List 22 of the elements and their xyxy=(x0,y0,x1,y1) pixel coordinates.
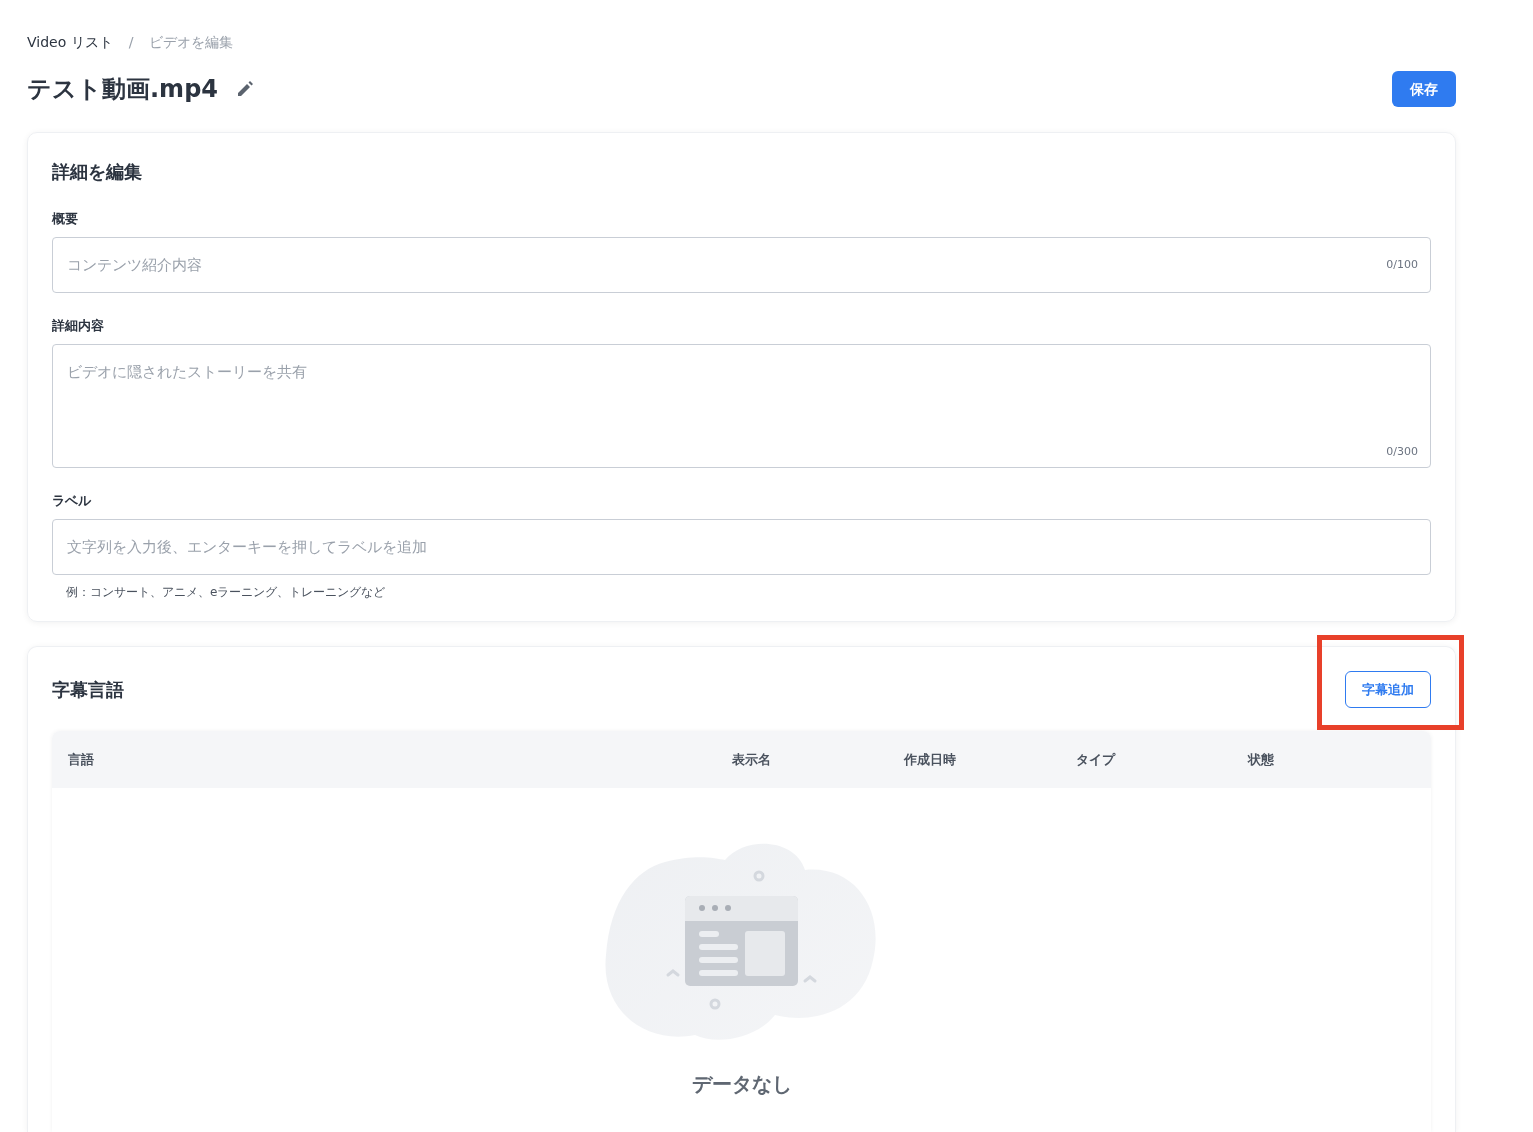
page-title: テスト動画.mp4 xyxy=(27,74,218,105)
character-counter: 0/300 xyxy=(1386,443,1418,460)
breadcrumb-link[interactable]: ビデオを編集 xyxy=(149,32,234,52)
breadcrumb-separator: / xyxy=(128,33,134,52)
column-header: 言語 xyxy=(68,750,95,769)
breadcrumb-link[interactable]: Video リスト xyxy=(27,32,113,52)
column-header: 表示名 xyxy=(732,750,772,769)
field-label: ラベル xyxy=(52,492,92,510)
add-subtitle-button[interactable]: 字幕追加 xyxy=(1345,671,1431,708)
section-title: 字幕言語 xyxy=(52,677,124,702)
empty-message: データなし xyxy=(691,1071,792,1098)
column-header: 状態 xyxy=(1248,750,1275,769)
field-label: 概要 xyxy=(52,210,79,228)
field-hint: 例：コンサート、アニメ、eラーニング、トレーニングなど xyxy=(66,584,387,601)
column-header: タイプ xyxy=(1076,750,1117,769)
pencil-icon[interactable] xyxy=(236,80,254,98)
character-counter: 0/100 xyxy=(1386,257,1418,273)
input-field[interactable]: 文字列を入力後、エンターキーを押してラベルを追加 xyxy=(52,519,1431,575)
save-button[interactable]: 保存 xyxy=(1392,71,1456,107)
field-label: 詳細内容 xyxy=(52,317,105,335)
section-title: 詳細を編集 xyxy=(52,160,143,184)
column-header: 作成日時 xyxy=(904,750,957,769)
